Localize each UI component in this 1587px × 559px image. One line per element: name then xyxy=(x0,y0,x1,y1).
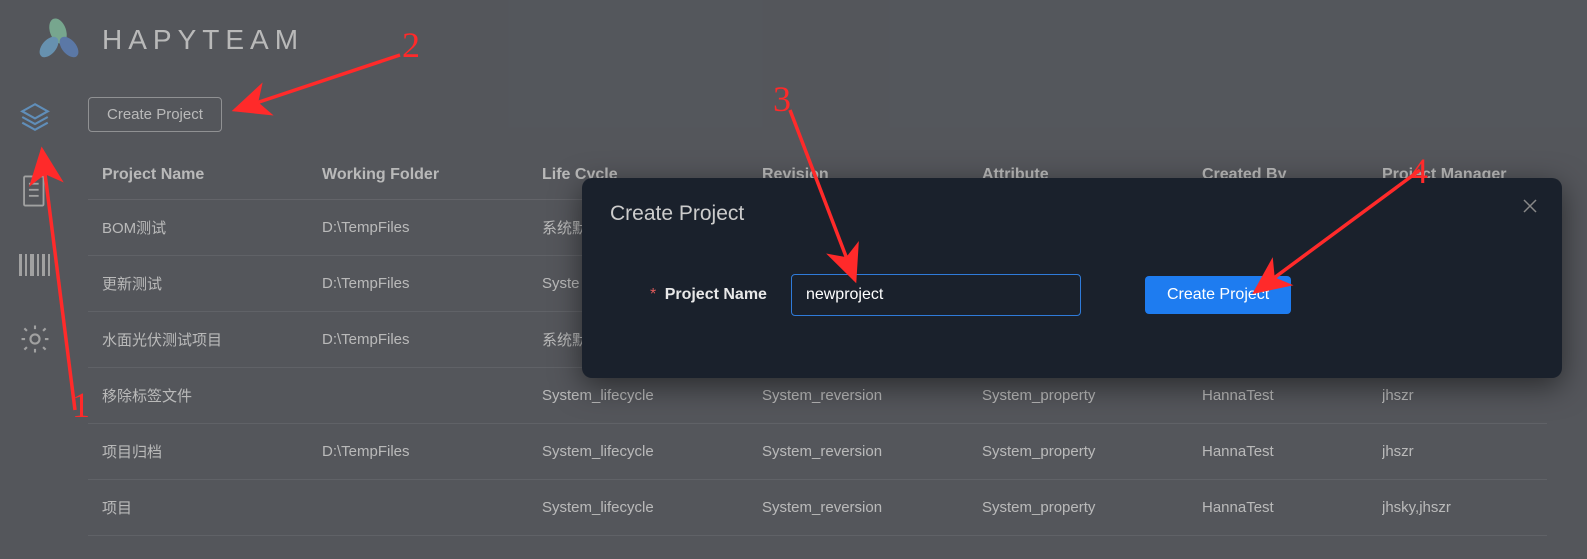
table-row[interactable]: 项目归档D:\TempFilesSystem_lifecycleSystem_r… xyxy=(88,424,1547,480)
create-project-button[interactable]: Create Project xyxy=(88,97,222,132)
app-header: HAPYTEAM xyxy=(0,0,1587,80)
table-cell: HannaTest xyxy=(1202,387,1382,404)
col-working-folder: Working Folder xyxy=(322,166,542,184)
layers-icon[interactable] xyxy=(18,100,52,134)
col-project-name: Project Name xyxy=(102,166,322,184)
logo-icon xyxy=(36,17,82,63)
table-cell: System_reversion xyxy=(762,499,982,516)
project-name-label: Project Name xyxy=(665,286,767,303)
table-cell: System_lifecycle xyxy=(542,443,762,460)
table-cell: 更新测试 xyxy=(102,273,322,294)
table-cell: D:\TempFiles xyxy=(322,219,542,236)
table-cell: 水面光伏测试项目 xyxy=(102,329,322,350)
create-project-modal: Create Project * Project Name Create Pro… xyxy=(582,178,1562,378)
table-cell: 移除标签文件 xyxy=(102,385,322,406)
table-cell: D:\TempFiles xyxy=(322,443,542,460)
toolbar: Create Project xyxy=(88,90,1547,138)
required-star: * xyxy=(650,286,656,303)
sidebar xyxy=(0,90,70,559)
table-cell: 项目 xyxy=(102,497,322,518)
table-cell: 项目归档 xyxy=(102,441,322,462)
table-cell: System_lifecycle xyxy=(542,499,762,516)
modal-title: Create Project xyxy=(610,202,1534,226)
brand-name: HAPYTEAM xyxy=(102,24,304,56)
gear-icon[interactable] xyxy=(18,322,52,356)
barcode-icon[interactable] xyxy=(18,248,52,282)
table-cell: System_property xyxy=(982,443,1202,460)
table-cell: BOM测试 xyxy=(102,217,322,238)
table-cell: System_reversion xyxy=(762,443,982,460)
table-cell: jhsky,jhszr xyxy=(1382,499,1562,516)
close-icon[interactable] xyxy=(1522,198,1538,219)
table-cell: System_reversion xyxy=(762,387,982,404)
table-cell: jhszr xyxy=(1382,443,1562,460)
table-cell: HannaTest xyxy=(1202,499,1382,516)
table-cell: System_property xyxy=(982,499,1202,516)
table-cell: System_property xyxy=(982,387,1202,404)
table-cell: D:\TempFiles xyxy=(322,331,542,348)
table-cell: D:\TempFiles xyxy=(322,275,542,292)
project-name-input[interactable] xyxy=(791,274,1081,316)
document-icon[interactable] xyxy=(18,174,52,208)
modal-body: * Project Name Create Project xyxy=(610,274,1534,316)
table-cell: System_lifecycle xyxy=(542,387,762,404)
table-row[interactable]: 项目 System_lifecycleSystem_reversionSystem… xyxy=(88,480,1547,536)
field-label-wrapper: * Project Name xyxy=(650,286,767,304)
table-cell: jhszr xyxy=(1382,387,1562,404)
table-cell: HannaTest xyxy=(1202,443,1382,460)
modal-create-button[interactable]: Create Project xyxy=(1145,276,1291,314)
